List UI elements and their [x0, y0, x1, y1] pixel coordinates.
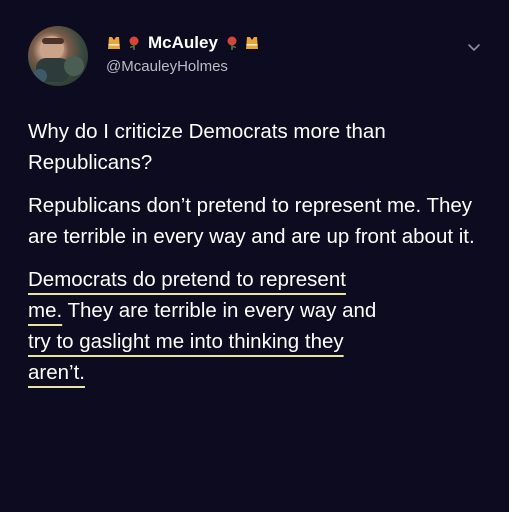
underlined-word: me. [28, 299, 63, 322]
underlined-line: aren’t. [28, 361, 85, 384]
rose-icon [129, 36, 139, 50]
chevron-down-icon[interactable] [465, 38, 483, 56]
rose-icon [227, 36, 237, 50]
line-rest: They are terrible in every way and [62, 299, 377, 322]
avatar[interactable] [28, 26, 88, 86]
tweet-paragraph-3: Democrats do pretend to represent me. Th… [28, 264, 488, 388]
display-name-row[interactable]: McAuley [106, 30, 260, 56]
tweet-paragraph-2: Republicans don’t pretend to represent m… [28, 194, 475, 248]
tweet-text: Why do I criticize Democrats more than R… [28, 116, 488, 400]
tweet-card: McAuley @McauleyHolmes Why do I criticiz… [0, 0, 509, 512]
tweet-header: McAuley @McauleyHolmes [28, 26, 483, 86]
underlined-line: try to gaslight me into thinking they [28, 330, 344, 353]
underlined-line: Democrats do pretend to represent [28, 268, 346, 291]
tweet-paragraph-1: Why do I criticize Democrats more than R… [28, 120, 386, 174]
display-name[interactable]: McAuley [146, 33, 220, 53]
author-names: McAuley @McauleyHolmes [106, 30, 260, 75]
user-handle[interactable]: @McauleyHolmes [106, 58, 260, 75]
avatar-image [33, 36, 84, 83]
vest-icon [245, 37, 258, 49]
vest-icon [108, 37, 120, 49]
text-line: me. They are terrible in every way and [28, 295, 488, 326]
